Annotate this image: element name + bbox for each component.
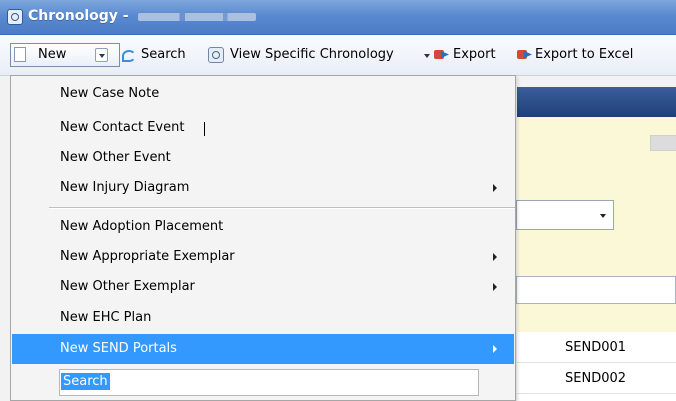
menu-item-label: New Contact Event: [60, 120, 185, 135]
results-grid: SEND001 SEND002: [517, 332, 676, 401]
table-cell: SEND002: [565, 371, 627, 386]
menu-item-new-injury-diagram[interactable]: New Injury Diagram: [12, 173, 514, 203]
table-row[interactable]: SEND002: [517, 363, 676, 394]
redacted-field: [650, 135, 676, 151]
menu-item-new-other-exemplar[interactable]: New Other Exemplar: [12, 272, 514, 302]
menu-item-new-appropriate-exemplar[interactable]: New Appropriate Exemplar: [12, 242, 514, 272]
new-document-icon: [14, 47, 26, 62]
menu-item-new-ehc-plan[interactable]: New EHC Plan: [12, 303, 514, 333]
table-row[interactable]: SEND001: [517, 332, 676, 363]
menu-item-label: New EHC Plan: [60, 310, 152, 325]
menu-item-label: New Other Exemplar: [60, 279, 195, 294]
text-field[interactable]: [516, 276, 676, 304]
menu-item-label: New Adoption Placement: [60, 219, 224, 234]
menu-item-new-send-portals[interactable]: New SEND Portals: [12, 334, 514, 364]
chevron-down-icon[interactable]: [95, 48, 108, 62]
toolbar: New Search View Specific Chronology Expo…: [0, 35, 676, 76]
submenu-arrow-icon: [493, 253, 497, 261]
export-to-excel-icon[interactable]: [517, 48, 533, 62]
redacted-title-text: [138, 13, 256, 21]
submenu-arrow-icon: [493, 283, 497, 291]
window-title: Chronology -: [28, 8, 129, 24]
menu-item-label: New Other Event: [60, 150, 171, 165]
menu-separator: [49, 207, 515, 209]
search-icon[interactable]: [122, 48, 138, 62]
submenu-arrow-icon: [493, 184, 497, 192]
menu-search-input[interactable]: Search: [59, 369, 479, 396]
menu-item-new-contact-event[interactable]: New Contact Event: [12, 113, 514, 143]
new-button[interactable]: New: [10, 43, 120, 67]
export-button[interactable]: Export: [453, 47, 496, 62]
table-cell: SEND001: [565, 340, 627, 355]
text-cursor: [204, 122, 205, 136]
menu-item-new-other-event[interactable]: New Other Event: [12, 143, 514, 173]
export-icon[interactable]: [434, 48, 450, 62]
menu-item-label: New Appropriate Exemplar: [60, 249, 235, 264]
section-header-band: [517, 87, 676, 117]
menu-item-new-adoption-placement[interactable]: New Adoption Placement: [12, 212, 514, 242]
chevron-down-icon[interactable]: [424, 54, 430, 58]
view-specific-chronology-button[interactable]: View Specific Chronology: [230, 47, 394, 62]
menu-item-label: New Injury Diagram: [60, 180, 190, 195]
filter-combobox[interactable]: [516, 200, 614, 230]
submenu-arrow-icon: [493, 345, 497, 353]
menu-item-label: New Case Note: [60, 86, 160, 101]
title-bar: Chronology -: [0, 0, 676, 35]
app-icon: [7, 9, 23, 25]
menu-item-label: New SEND Portals: [60, 341, 177, 356]
export-to-excel-button[interactable]: Export to Excel: [535, 47, 633, 62]
menu-search-value: Search: [61, 373, 110, 390]
menu-item-new-case-note[interactable]: New Case Note: [12, 79, 514, 109]
search-button[interactable]: Search: [141, 47, 186, 62]
new-button-label: New: [38, 47, 67, 62]
view-chronology-icon[interactable]: [208, 47, 224, 63]
new-dropdown-menu: New Case Note New Contact Event New Othe…: [10, 75, 516, 401]
